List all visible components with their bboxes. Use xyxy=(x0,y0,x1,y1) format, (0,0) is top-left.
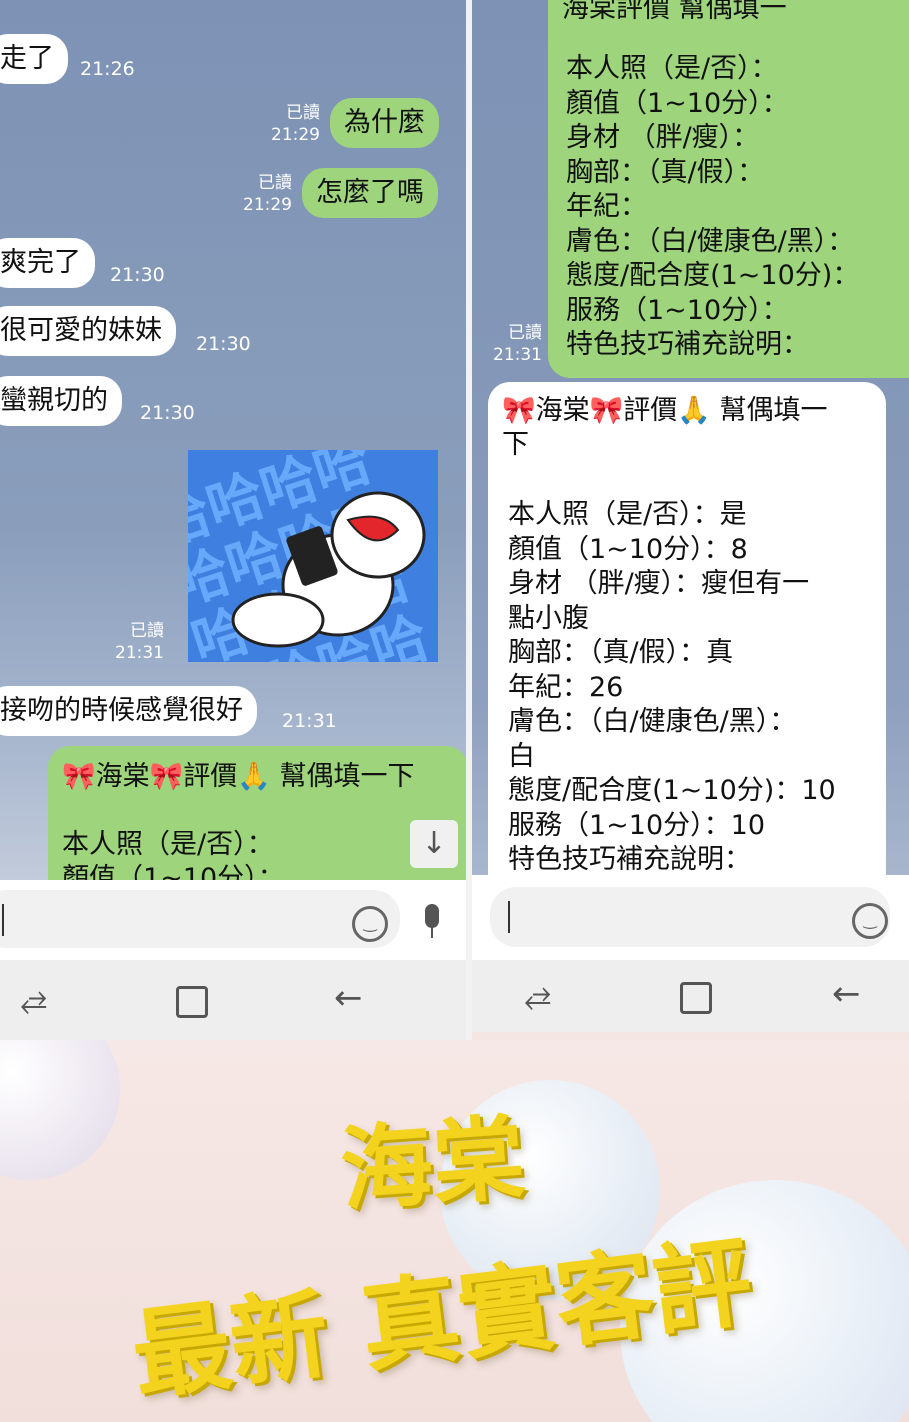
incoming-bubble[interactable]: 很可愛的妹妹 xyxy=(0,306,176,356)
message-text: 怎麼了嗎 xyxy=(316,177,424,208)
message-time: 21:30 xyxy=(110,264,165,286)
read-receipt: 已讀 21:31 xyxy=(115,621,164,663)
incoming-bubble[interactable]: 蠻親切的 xyxy=(0,376,122,426)
message-input-bar: ‿ xyxy=(472,875,909,960)
left-chat-panel: 走了 21:26 已讀 21:29 為什麼 已讀 21:29 怎麼了嗎 爽完了 21… xyxy=(0,0,466,880)
system-nav-bar: ⥄ ← xyxy=(472,960,909,1032)
recent-apps-icon[interactable]: ⥄ xyxy=(524,974,551,1014)
message-time: 21:30 xyxy=(196,333,251,355)
message-input[interactable] xyxy=(0,890,400,948)
message-text: 接吻的時候感覺很好 xyxy=(0,695,243,726)
read-receipt: 已讀 21:29 xyxy=(271,103,320,145)
back-icon[interactable]: ← xyxy=(334,978,363,1018)
read-receipt: 已讀 21:29 xyxy=(243,173,292,215)
form-line: 顏值（1~10分）： xyxy=(62,863,285,880)
form-header: 🎀海棠🎀評價🙏 幫偶填一 xyxy=(502,395,828,426)
ribbon-icon: 🎀 xyxy=(502,395,536,426)
incoming-bubble[interactable]: 爽完了 xyxy=(0,238,95,288)
banner-title: 海棠 xyxy=(337,1104,529,1225)
text-cursor xyxy=(2,904,4,936)
message-text: 很可愛的妹妹 xyxy=(0,315,162,346)
outgoing-bubble[interactable]: 為什麼 xyxy=(330,98,439,148)
form-header: 海棠評價 幫偶填一 xyxy=(562,0,787,24)
message-time: 21:31 xyxy=(282,710,337,732)
incoming-form-bubble[interactable]: 🎀海棠🎀評價🙏 幫偶填一 下 本人照（是/否）：是 顏值（1~10分）：8 身材… xyxy=(488,382,886,875)
form-lines: 本人照（是/否）： 顏值（1~10分）： 身材 （胖/瘦）： 胸部：（真/假）：… xyxy=(566,53,860,360)
outgoing-bubble[interactable]: 怎麼了嗎 xyxy=(302,168,438,218)
form-header: 🎀海棠🎀評價🙏 幫偶填一下 xyxy=(62,761,415,792)
message-input[interactable] xyxy=(490,887,890,947)
ribbon-icon: 🎀 xyxy=(62,761,96,792)
read-receipt: 已讀 21:31 xyxy=(493,323,542,365)
ribbon-icon: 🎀 xyxy=(149,761,184,792)
text-cursor xyxy=(508,901,510,933)
message-time: 21:26 xyxy=(80,58,135,80)
ribbon-icon: 🎀 xyxy=(589,395,624,426)
back-icon[interactable]: ← xyxy=(832,974,861,1014)
emoji-icon[interactable]: ‿ xyxy=(352,906,388,942)
outgoing-form-bubble[interactable]: 🎀海棠🎀評價🙏 幫偶填一下 本人照（是/否）： 顏值（1~10分）： xyxy=(48,746,466,880)
form-line: 本人照（是/否）： xyxy=(62,829,274,860)
message-text: 爽完了 xyxy=(0,247,81,278)
home-icon[interactable] xyxy=(176,986,208,1018)
sticker-message[interactable]: 哈哈哈哈 哈哈哈哈 哈哈哈哈 哈哈哈哈 xyxy=(188,450,438,662)
praying-hands-icon: 🙏 xyxy=(237,761,271,792)
message-time: 21:30 xyxy=(140,402,195,424)
promo-banner: 海棠 最新 真實客評 xyxy=(0,1040,909,1422)
incoming-bubble[interactable]: 走了 xyxy=(0,34,68,84)
message-input-bar: ‿ xyxy=(0,880,466,960)
scroll-down-button[interactable]: ↓ xyxy=(410,820,458,868)
right-chat-panel: 海棠評價 幫偶填一 本人照（是/否）： 顏值（1~10分）： 身材 （胖/瘦）：… xyxy=(472,0,909,875)
message-text: 為什麼 xyxy=(344,107,425,138)
form-lines: 本人照（是/否）：是 顏值（1~10分）：8 身材 （胖/瘦）：瘦但有一 點小腹… xyxy=(508,499,836,875)
emoji-icon[interactable]: ‿ xyxy=(852,903,888,939)
decorative-orb xyxy=(0,1040,120,1180)
microphone-icon[interactable] xyxy=(420,904,444,944)
recent-apps-icon[interactable]: ⥄ xyxy=(20,978,47,1018)
home-icon[interactable] xyxy=(680,982,712,1014)
form-header-wrap: 下 xyxy=(502,429,529,460)
message-text: 蠻親切的 xyxy=(0,385,108,416)
message-text: 走了 xyxy=(0,43,54,74)
outgoing-form-bubble[interactable]: 海棠評價 幫偶填一 本人照（是/否）： 顏值（1~10分）： 身材 （胖/瘦）：… xyxy=(548,0,909,378)
praying-hands-icon: 🙏 xyxy=(677,395,711,426)
system-nav-bar: ⥄ ← xyxy=(0,960,466,1040)
incoming-bubble[interactable]: 接吻的時候感覺很好 xyxy=(0,686,257,736)
laughing-character-sticker-icon xyxy=(231,491,426,648)
arrow-down-icon: ↓ xyxy=(421,826,447,861)
